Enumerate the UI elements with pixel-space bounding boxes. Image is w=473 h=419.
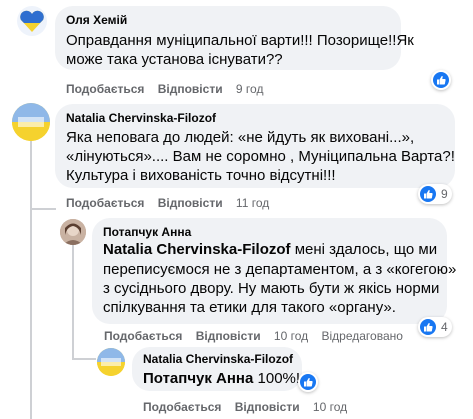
like-icon xyxy=(420,186,436,202)
like-button[interactable]: Подобається xyxy=(104,329,182,343)
comment-text: Культура і вихованість точно відсутні!!! xyxy=(66,167,336,184)
like-icon xyxy=(433,72,449,88)
like-button[interactable]: Подобається xyxy=(66,82,144,96)
thread-line-branch xyxy=(30,208,56,210)
reply-button[interactable]: Відповісти xyxy=(158,82,223,96)
thread-line xyxy=(72,240,74,360)
comment-time[interactable]: 9 год xyxy=(236,82,264,96)
thread-line xyxy=(30,135,32,419)
reply-button[interactable]: Відповісти xyxy=(158,196,223,210)
avatar[interactable] xyxy=(60,219,86,245)
comment-text: Яка неповага до людей: «не йдуть як вихо… xyxy=(66,129,415,146)
avatar[interactable] xyxy=(17,6,47,36)
mention-link[interactable]: Потапчук Анна xyxy=(143,370,253,387)
comment-time[interactable]: 11 год xyxy=(236,196,269,210)
like-count: 4 xyxy=(441,320,448,334)
ukraine-flag-avatar-icon xyxy=(12,103,50,141)
mention-link[interactable]: Natalia Chervinska-Filozof xyxy=(103,241,291,258)
comment-text: переписуємося не з департаментом, а з «к… xyxy=(103,261,457,278)
like-icon xyxy=(420,319,436,335)
comment-author[interactable]: Natalia Chervinska-Filozof xyxy=(66,111,216,125)
thread-line-branch xyxy=(72,358,96,360)
comment-actions: Подобається Відповісти 11 год xyxy=(66,196,279,210)
reaction-badge[interactable] xyxy=(431,70,451,90)
avatar[interactable] xyxy=(12,103,50,141)
comment-text: може така установа існувати?? xyxy=(66,51,283,68)
comment-text: з сусіднього двору. Ну мають бути ж якіс… xyxy=(103,280,440,297)
like-count: 9 xyxy=(441,187,448,201)
ukraine-heart-icon xyxy=(17,6,47,36)
avatar[interactable] xyxy=(97,348,125,376)
comment-text: Natalia Chervinska-Filozof мені здалось,… xyxy=(103,241,438,258)
comment-actions: Подобається Відповісти 9 год xyxy=(66,82,273,96)
comment-time[interactable]: 10 год xyxy=(274,329,308,343)
like-icon xyxy=(300,374,316,390)
reaction-badge[interactable]: 9 xyxy=(418,184,452,204)
comment-actions: Подобається Відповісти 10 год Відредагов… xyxy=(104,329,413,343)
comment-author[interactable]: Natalia Chervinska-Filozof xyxy=(143,352,293,366)
comment-time[interactable]: 10 год xyxy=(313,400,347,414)
thread-line-branch xyxy=(30,208,32,210)
edited-label[interactable]: Відредаговано xyxy=(321,329,402,343)
like-button[interactable]: Подобається xyxy=(66,196,144,210)
reply-button[interactable]: Відповісти xyxy=(196,329,261,343)
ukraine-flag-avatar-icon xyxy=(97,348,125,376)
comment-author[interactable]: Потапчук Анна xyxy=(103,225,191,239)
user-photo-icon xyxy=(60,219,86,245)
comment-text: «лінуються».... Вам не соромно , Муніцип… xyxy=(66,148,455,165)
comment-actions: Подобається Відповісти 10 год xyxy=(143,400,357,414)
comment-text: Оправдання муніципальної варти!!! Позори… xyxy=(66,32,414,49)
comment-text: спілкування та етики для такого «органу»… xyxy=(103,299,396,316)
reaction-badge[interactable] xyxy=(298,372,318,392)
comment-text: Потапчук Анна 100%! xyxy=(143,370,301,387)
reply-button[interactable]: Відповісти xyxy=(235,400,300,414)
comment-author[interactable]: Оля Хемій xyxy=(66,13,127,27)
like-button[interactable]: Подобається xyxy=(143,400,221,414)
reaction-badge[interactable]: 4 xyxy=(418,317,452,337)
